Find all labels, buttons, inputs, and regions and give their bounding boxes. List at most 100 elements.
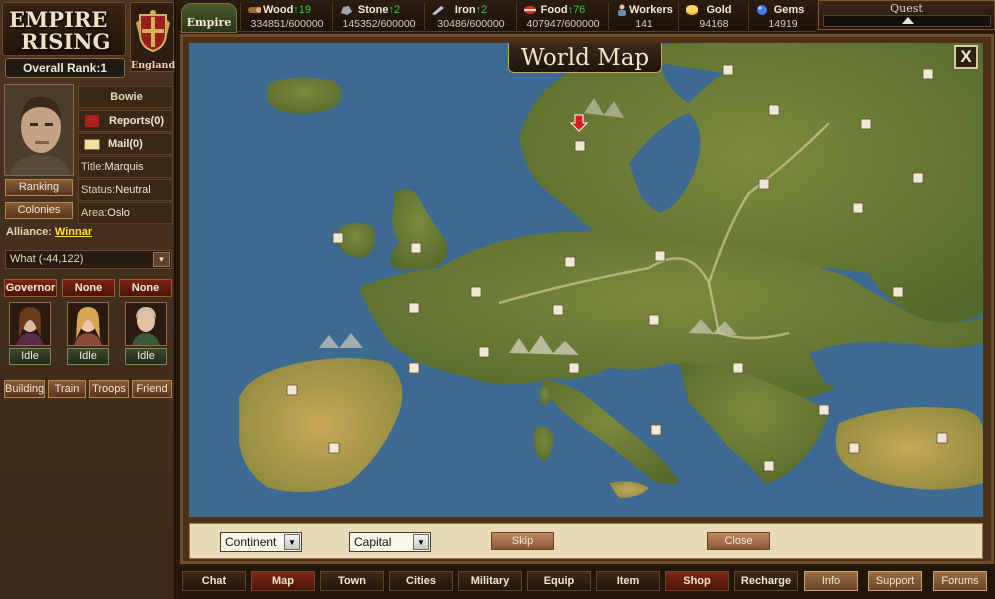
governor-status-2: Idle xyxy=(67,348,109,365)
resource-name: Food xyxy=(540,4,568,16)
nav-town[interactable]: Town xyxy=(320,571,384,591)
resource-name: Gems xyxy=(773,4,805,16)
tab-friend[interactable]: Friend xyxy=(132,380,172,398)
tab-train[interactable]: Train xyxy=(48,380,86,398)
mail-label: Mail(0) xyxy=(108,138,143,150)
europe-map-image[interactable] xyxy=(189,43,983,517)
resource-increment: 2 xyxy=(481,4,488,16)
mail-icon xyxy=(84,138,100,150)
resource-value: 141 xyxy=(635,18,653,30)
resource-name: Stone xyxy=(357,4,389,16)
player-name: Bowie xyxy=(78,86,173,108)
avatar-portrait-icon xyxy=(5,85,73,175)
governor-status-1: Idle xyxy=(9,348,51,365)
reports-icon xyxy=(85,115,99,128)
resource-value: 94168 xyxy=(699,18,729,30)
nation-label: England xyxy=(131,60,176,71)
resource-workers: Workers 141 xyxy=(608,2,678,30)
area-value: Oslo xyxy=(107,207,130,219)
governor-slot-3-head[interactable]: None xyxy=(119,279,172,297)
resource-name: Wood xyxy=(262,4,294,16)
alliance-link[interactable]: Winnar xyxy=(55,226,92,238)
nav-shop[interactable]: Shop xyxy=(665,571,729,591)
tab-building[interactable]: Building xyxy=(4,380,45,398)
alliance-label: Alliance: xyxy=(6,226,52,238)
governor-portrait-2[interactable] xyxy=(67,302,109,346)
governor-portrait-1[interactable] xyxy=(9,302,51,346)
resource-stone: Stone↑2 145352/600000 xyxy=(332,2,424,30)
nav-info[interactable]: Info xyxy=(804,571,858,591)
game-logo: EMPIRE RISING xyxy=(2,2,126,56)
left-panel: EMPIRE RISING England Overall Rank:1 Bow… xyxy=(0,0,176,599)
status-value: Neutral xyxy=(115,184,151,196)
nav-equip[interactable]: Equip xyxy=(527,571,591,591)
mail-link[interactable]: Mail(0) xyxy=(78,133,173,155)
resource-value: 14919 xyxy=(768,18,798,30)
resource-gems: Gems 14919 xyxy=(748,2,816,30)
tab-empire[interactable]: Empire xyxy=(181,3,237,33)
city-select-value: What (-44,122) xyxy=(10,253,84,265)
ranking-button[interactable]: Ranking xyxy=(5,179,73,196)
resource-increment: 2 xyxy=(393,4,401,16)
region-select[interactable]: Continent ▼ xyxy=(220,532,302,552)
map-controls: Continent ▼ Capital ▼ Skip Close xyxy=(189,523,983,559)
region-select-value: Continent xyxy=(225,535,277,549)
nav-forums[interactable]: Forums xyxy=(933,571,987,591)
nav-cities[interactable]: Cities xyxy=(389,571,453,591)
resource-value: 145352/600000 xyxy=(342,18,416,30)
resource-wood: Wood↑19 334851/600000 xyxy=(240,2,332,30)
city-select[interactable]: What (-44,122) ▼ xyxy=(5,250,172,269)
chevron-down-icon[interactable]: ▼ xyxy=(284,534,300,550)
player-status: Status:Neutral xyxy=(78,179,173,201)
logo-line-2: RISING xyxy=(21,29,111,54)
nav-recharge[interactable]: Recharge xyxy=(734,571,798,591)
colonies-button[interactable]: Colonies xyxy=(5,202,73,219)
nav-chat[interactable]: Chat xyxy=(182,571,246,591)
status-label: Status: xyxy=(81,184,116,196)
overall-rank: Overall Rank:1 xyxy=(5,58,125,78)
governor-portrait-3[interactable] xyxy=(125,302,167,346)
governor-status-3: Idle xyxy=(125,348,167,365)
resource-name: Workers xyxy=(629,4,673,16)
player-area: Area:Oslo xyxy=(78,202,173,224)
world-map[interactable] xyxy=(189,43,983,517)
nav-map[interactable]: Map xyxy=(251,571,315,591)
crest-shield-icon xyxy=(136,10,170,53)
mode-select[interactable]: Capital ▼ xyxy=(349,532,431,552)
reports-label: Reports(0) xyxy=(109,115,165,127)
nav-support[interactable]: Support xyxy=(868,571,922,591)
governor-slot-1-head[interactable]: Governor xyxy=(4,279,57,297)
quest-label: Quest xyxy=(890,2,923,15)
title-label: Title: xyxy=(81,161,105,173)
chevron-down-icon[interactable]: ▼ xyxy=(153,252,170,267)
close-button[interactable]: Close xyxy=(707,532,770,550)
close-icon[interactable]: X xyxy=(954,45,978,69)
resource-iron: Iron↑2 30486/600000 xyxy=(424,2,516,30)
resource-increment: 76 xyxy=(573,4,586,16)
title-value: Marquis xyxy=(104,161,144,173)
player-title: Title:Marquis xyxy=(78,156,173,178)
chevron-up-icon[interactable] xyxy=(902,17,914,24)
resource-name: Gold xyxy=(706,4,732,16)
resource-gold: Gold 94168 xyxy=(678,2,748,30)
tab-troops[interactable]: Troops xyxy=(89,380,129,398)
area-label: Area: xyxy=(81,207,108,219)
hero-portrait-icon xyxy=(68,303,108,345)
resource-name: Iron xyxy=(454,4,476,16)
nav-military[interactable]: Military xyxy=(458,571,522,591)
nation-crest[interactable]: England xyxy=(130,2,176,72)
skip-button[interactable]: Skip xyxy=(491,532,554,550)
reports-link[interactable]: Reports(0) xyxy=(78,110,173,132)
resource-value: 407947/600000 xyxy=(526,18,600,30)
governor-slot-2-head[interactable]: None xyxy=(62,279,115,297)
player-avatar[interactable] xyxy=(4,84,74,176)
mode-select-value: Capital xyxy=(354,535,392,549)
map-title: World Map xyxy=(508,43,662,73)
quest-toggle[interactable] xyxy=(823,15,991,27)
resource-food: Food↑76 407947/600000 xyxy=(516,2,608,30)
resource-value: 30486/600000 xyxy=(437,18,505,30)
quest-panel[interactable]: Quest xyxy=(818,0,995,30)
hero-portrait-icon xyxy=(126,303,166,345)
nav-item[interactable]: Item xyxy=(596,571,660,591)
chevron-down-icon[interactable]: ▼ xyxy=(413,534,429,550)
